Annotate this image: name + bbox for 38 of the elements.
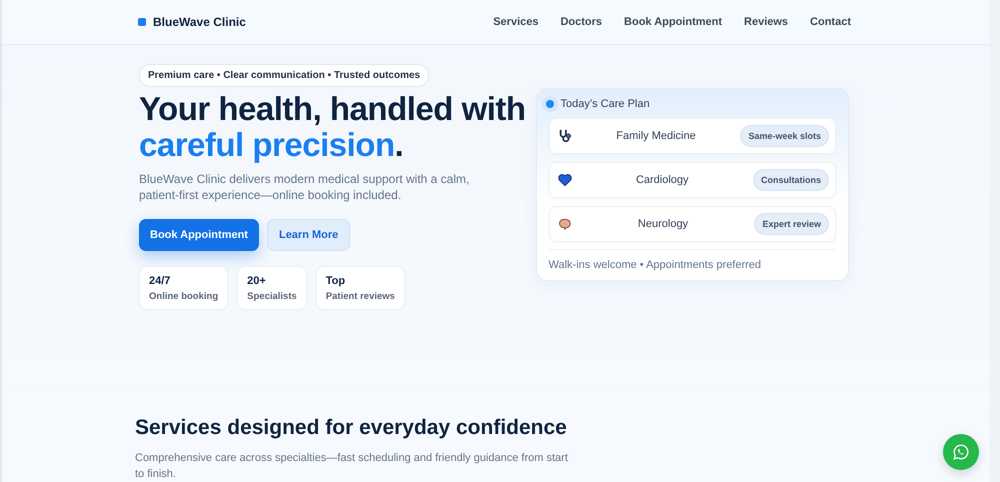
stat-label: Specialists xyxy=(247,291,297,302)
availability-badge: Same-week slots xyxy=(740,125,829,147)
card-footer-text: Walk-ins welcome • Appointments preferred xyxy=(548,249,836,271)
section-description: Comprehensive care across specialties—fast scheduling and friendly guidance from start to finish. xyxy=(135,451,569,482)
tagline-pill: Premium care • Clear communication • Trusted outcomes xyxy=(139,64,430,87)
stat-label: Patient reviews xyxy=(326,291,395,302)
stat-label: Online booking xyxy=(149,291,218,302)
status-dot-icon xyxy=(546,100,554,108)
availability-badge: Consultations xyxy=(753,169,829,191)
learn-more-button[interactable]: Learn More xyxy=(266,219,350,251)
nav-link[interactable]: Book Appointment xyxy=(624,16,722,28)
brand-name[interactable]: BlueWave Clinic xyxy=(153,15,246,29)
service-row[interactable]: Family Medicine Same-week slots xyxy=(548,118,836,154)
stat-value: Top xyxy=(326,275,346,287)
stat-value: 20+ xyxy=(247,275,267,287)
service-name: Family Medicine xyxy=(615,130,697,142)
section-title: Services designed for everyday confidence xyxy=(135,416,568,440)
hero-description: BlueWave Clinic delivers modern medical support with a calm, patient-first experience—online booking included. xyxy=(139,171,470,203)
logo-icon xyxy=(138,18,146,26)
nav-link[interactable]: Services xyxy=(493,16,538,28)
service-name: Cardiology xyxy=(634,174,690,186)
nav-link[interactable]: Reviews xyxy=(744,16,788,28)
headline-highlight: careful precision xyxy=(139,126,395,163)
headline-period: . xyxy=(394,126,404,163)
stethoscope-icon xyxy=(558,129,572,143)
chat-button[interactable] xyxy=(943,434,979,470)
nav-link[interactable]: Contact xyxy=(810,16,851,28)
book-appointment-button[interactable]: Book Appointment xyxy=(139,219,259,251)
nav-link[interactable]: Doctors xyxy=(560,16,602,28)
service-row[interactable]: Neurology Expert review xyxy=(548,206,836,242)
service-name: Neurology xyxy=(636,218,690,230)
heart-icon xyxy=(558,173,572,187)
stat-value: 24/7 xyxy=(149,275,172,287)
chat-icon xyxy=(952,443,970,461)
service-row[interactable]: Cardiology Consultations xyxy=(548,162,836,198)
card-title: Today’s Care Plan xyxy=(560,98,650,110)
availability-badge: Expert review xyxy=(754,213,829,235)
headline-text: Your health, handled with xyxy=(139,91,527,127)
